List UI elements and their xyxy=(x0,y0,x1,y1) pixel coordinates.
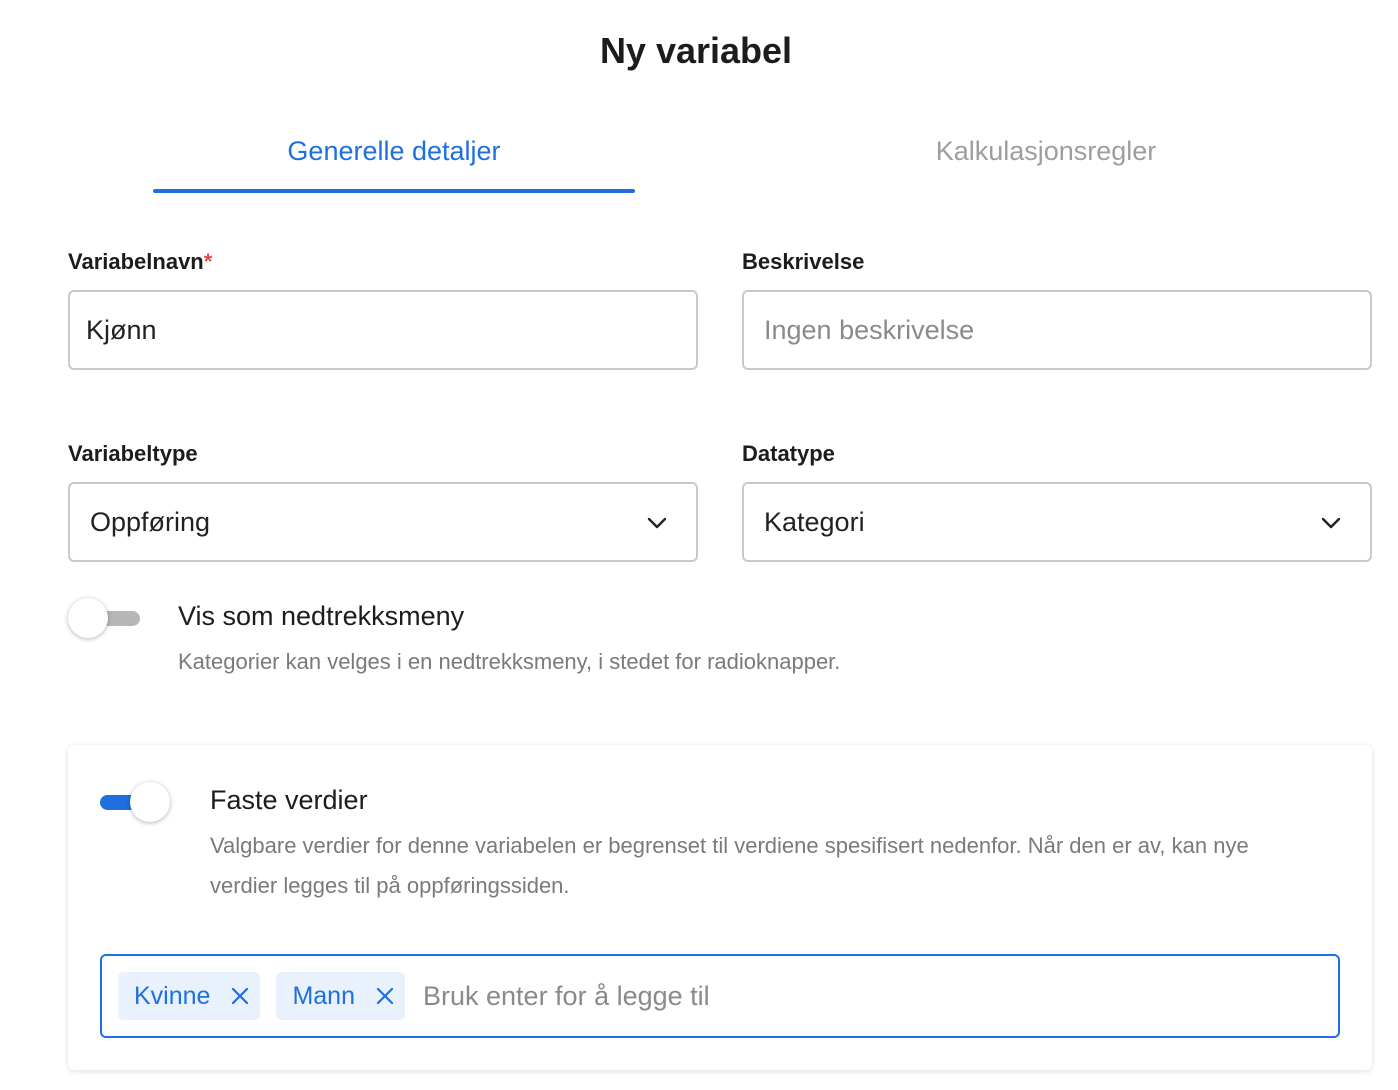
dropdown-toggle-description: Kategorier kan velges i en nedtrekksmeny… xyxy=(178,649,841,674)
tag-input-placeholder: Bruk enter for å legge til xyxy=(423,980,710,1011)
fixed-values-toggle[interactable] xyxy=(98,780,172,824)
name-field[interactable]: Kjønn xyxy=(68,290,698,370)
variable-type-select[interactable]: Oppføring xyxy=(68,482,698,562)
tab-general-details[interactable]: Generelle detaljer xyxy=(153,136,635,167)
name-field-value: Kjønn xyxy=(86,314,157,345)
toggle-knob xyxy=(68,598,108,638)
data-type-value: Kategori xyxy=(764,506,865,537)
tag-chip: Kvinne xyxy=(118,972,261,1020)
active-tab-indicator xyxy=(153,189,635,193)
name-label: Variabelnavn* xyxy=(68,249,212,275)
chevron-down-icon xyxy=(647,517,667,529)
tab-calculation-rules[interactable]: Kalkulasjonsregler xyxy=(805,136,1287,167)
dropdown-toggle[interactable] xyxy=(68,596,142,640)
chevron-down-icon xyxy=(1321,517,1341,529)
name-label-text: Variabelnavn xyxy=(68,249,204,274)
tag-label: Mann xyxy=(292,981,355,1010)
tag-label: Kvinne xyxy=(134,981,211,1010)
data-type-label: Datatype xyxy=(742,441,835,466)
dialog-title: Ny variabel xyxy=(599,30,793,71)
variable-type-label: Variabeltype xyxy=(68,441,198,466)
description-label: Beskrivelse xyxy=(742,249,865,274)
fixed-values-title: Faste verdier xyxy=(210,785,368,815)
close-icon[interactable] xyxy=(230,986,250,1006)
description-placeholder: Ingen beskrivelse xyxy=(764,314,975,345)
dropdown-toggle-title: Vis som nedtrekksmeny xyxy=(178,601,465,631)
fixed-values-description: Valgbare verdier for denne variabelen er… xyxy=(210,833,1249,898)
required-mark: * xyxy=(203,249,213,274)
variable-type-value: Oppføring xyxy=(90,506,211,537)
close-icon[interactable] xyxy=(375,986,395,1006)
tag-input[interactable]: Kvinne Mann Bruk enter for å legge til xyxy=(100,954,1340,1038)
toggle-knob xyxy=(130,782,170,822)
description-field[interactable]: Ingen beskrivelse xyxy=(742,290,1372,370)
tag-chip: Mann xyxy=(276,972,405,1020)
data-type-select[interactable]: Kategori xyxy=(742,482,1372,562)
